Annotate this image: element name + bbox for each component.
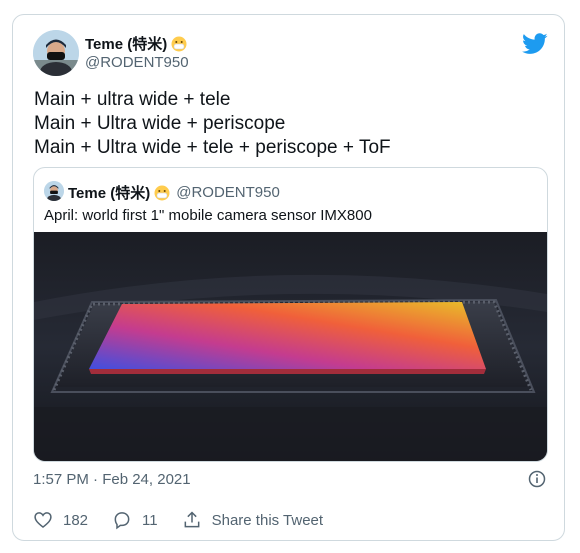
tweet-line: Main + Ultra wide + tele + periscope + T… bbox=[34, 137, 391, 158]
reply-button[interactable]: 11 bbox=[112, 510, 158, 530]
share-icon bbox=[184, 511, 200, 528]
author-avatar[interactable] bbox=[33, 30, 79, 76]
like-button[interactable]: 182 bbox=[33, 510, 88, 530]
camera-sensor-image[interactable] bbox=[34, 232, 547, 461]
like-count: 182 bbox=[63, 511, 89, 529]
author-handle[interactable]: @RODENT950 bbox=[85, 54, 189, 71]
quoted-tweet[interactable]: Teme (特米) @RODENT950 April: world first … bbox=[33, 167, 548, 462]
quoted-author-name: Teme (特米) bbox=[68, 185, 151, 202]
mask-emoji-icon bbox=[171, 36, 187, 51]
tweet-timestamp[interactable]: 1:57 PM · Feb 24, 2021 bbox=[33, 471, 191, 488]
twitter-bird-icon[interactable] bbox=[522, 33, 548, 55]
quoted-avatar bbox=[44, 181, 64, 201]
share-button[interactable]: Share this Tweet bbox=[182, 510, 323, 530]
reply-icon bbox=[114, 512, 130, 530]
action-bar: 182 11 Share this Tweet bbox=[33, 510, 347, 530]
heart-icon bbox=[34, 512, 52, 529]
tweet-line: Main + Ultra wide + periscope bbox=[34, 113, 286, 134]
quoted-text: April: world first 1" mobile camera sens… bbox=[44, 207, 372, 224]
quoted-author-handle: @RODENT950 bbox=[176, 184, 280, 201]
tweet-text: Main + ultra wide + tele Main + Ultra wi… bbox=[34, 88, 391, 160]
reply-count: 11 bbox=[142, 511, 158, 529]
tweet-line: Main + ultra wide + tele bbox=[34, 89, 231, 110]
info-icon[interactable] bbox=[528, 470, 546, 488]
tweet-card[interactable]: Teme (特米) @RODENT950 Main + ultra wide +… bbox=[12, 14, 565, 541]
share-label: Share this Tweet bbox=[211, 511, 324, 529]
author-name[interactable]: Teme (特米) bbox=[85, 33, 167, 54]
mask-emoji-icon bbox=[154, 185, 170, 200]
